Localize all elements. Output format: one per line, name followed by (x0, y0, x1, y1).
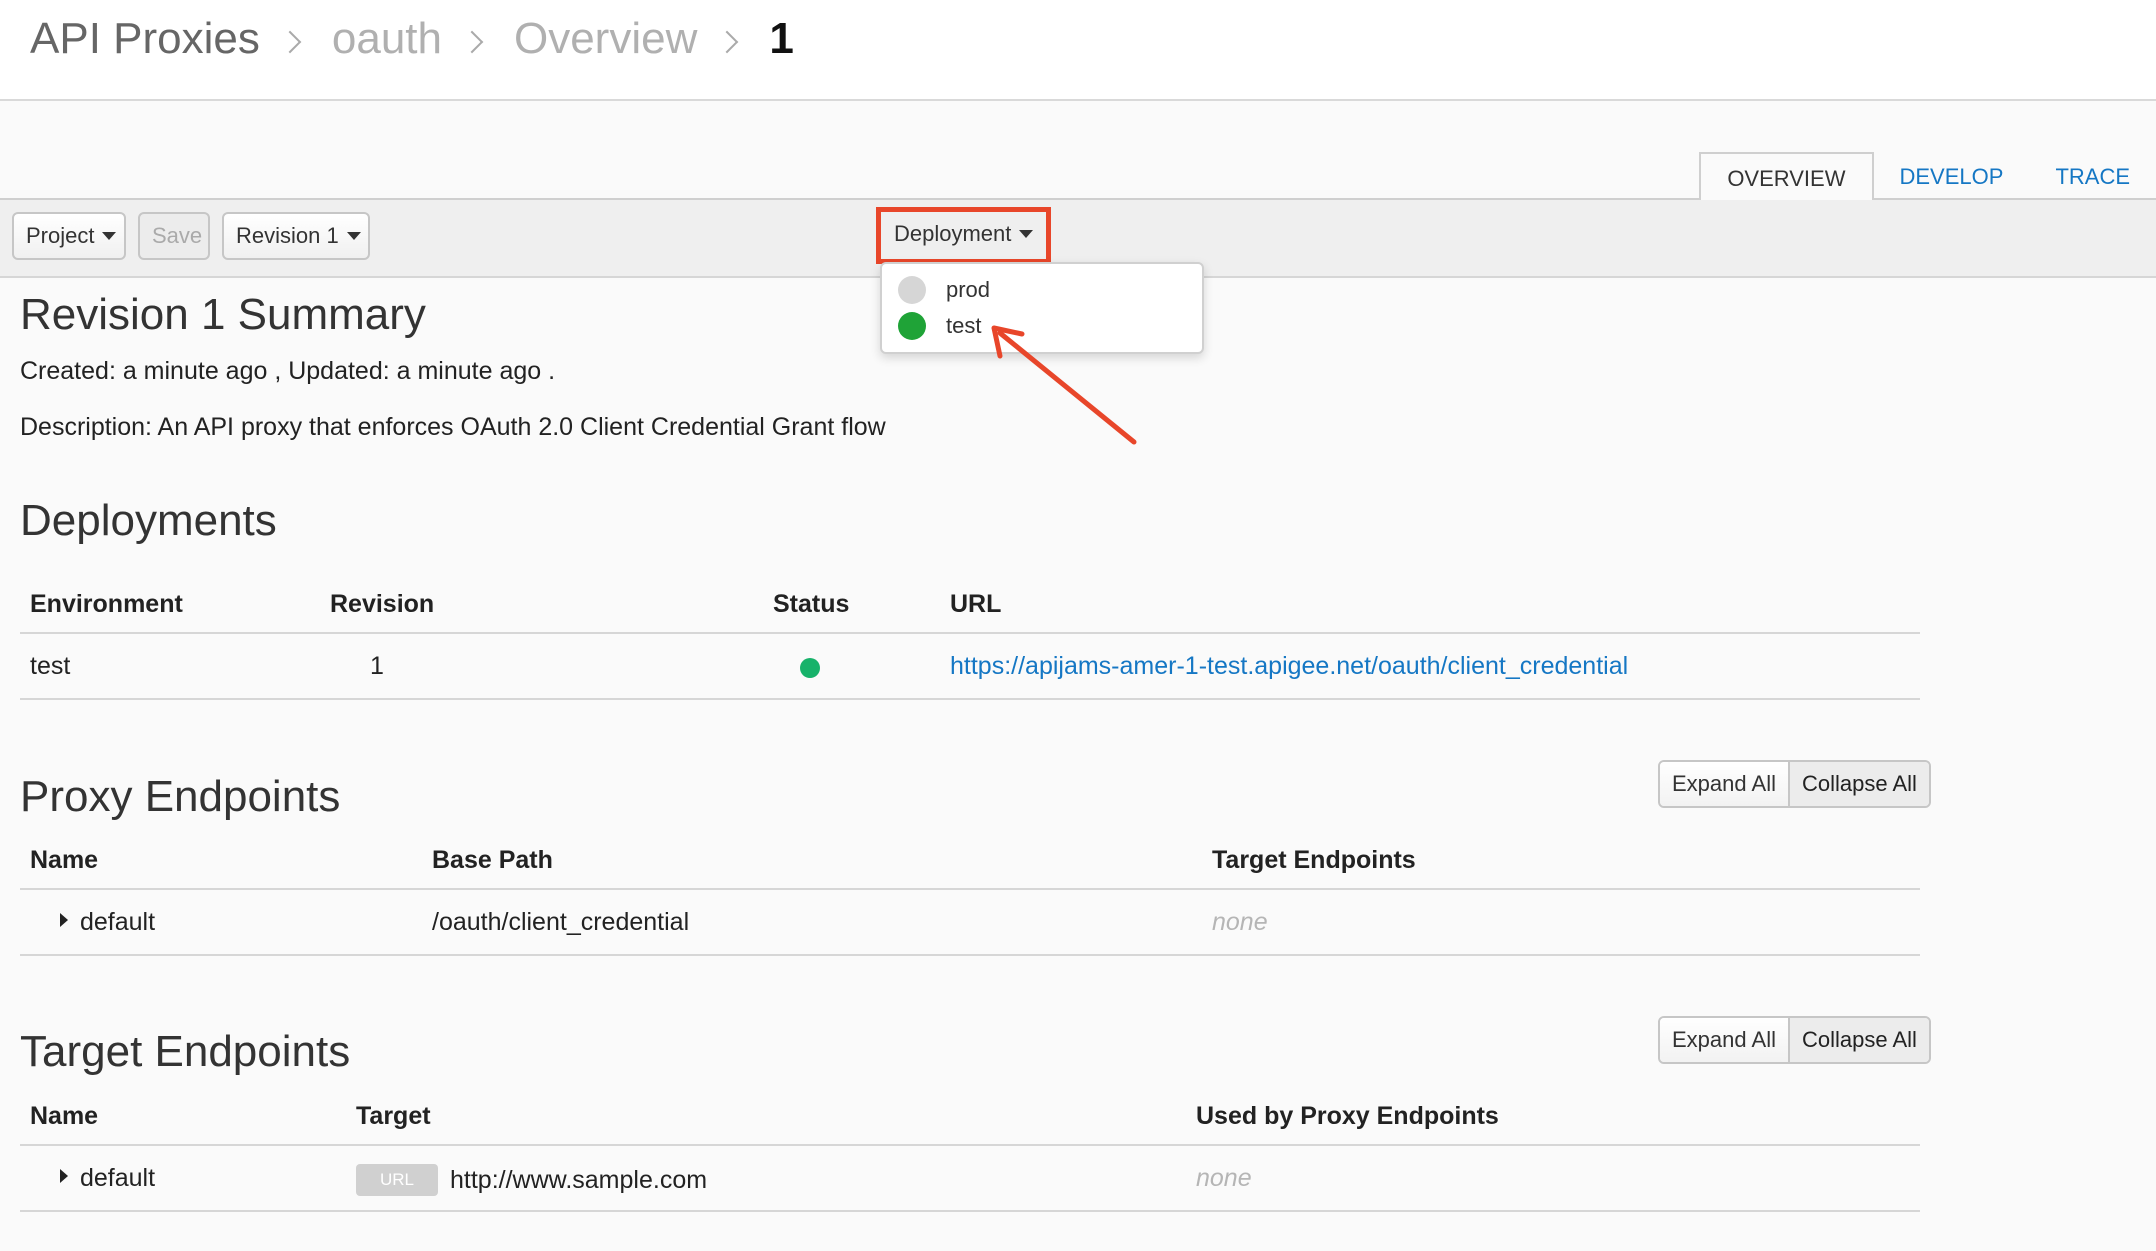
save-button[interactable]: Save (138, 212, 210, 260)
target-endpoints-expand-collapse: Expand All Collapse All (1658, 1016, 1931, 1064)
proxy-endpoints-table-header: Name Base Path Target Endpoints (20, 832, 1920, 890)
caret-right-icon (60, 1169, 68, 1183)
proxy-endpoints-expand-collapse: Expand All Collapse All (1658, 760, 1931, 808)
column-header-environment: Environment (30, 590, 183, 618)
tab-trace[interactable]: TRACE (2029, 152, 2156, 200)
expand-all-button[interactable]: Expand All (1660, 1018, 1788, 1062)
proxy-endpoint-name[interactable]: default (60, 908, 155, 937)
collapse-all-button[interactable]: Collapse All (1787, 1018, 1929, 1062)
column-header-target: Target (356, 1102, 431, 1130)
caret-down-icon (346, 232, 361, 240)
url-badge: URL (356, 1164, 439, 1196)
deployments-table-header: Environment Revision Status URL (20, 576, 1920, 634)
table-row[interactable]: default /oauth/client_credential none (20, 890, 1920, 956)
proxy-endpoint-name-label: default (80, 908, 156, 936)
target-endpoints-cell: none (1212, 908, 1268, 936)
column-header-name: Name (30, 1102, 99, 1130)
menu-item-label: test (946, 313, 982, 338)
revision-dropdown-button[interactable]: Revision 1 (222, 212, 370, 260)
description-text: Description: An API proxy that enforces … (20, 413, 886, 441)
column-header-name: Name (30, 846, 99, 874)
target-cell: URL http://www.sample.com (356, 1164, 707, 1196)
expand-all-button[interactable]: Expand All (1660, 762, 1788, 806)
target-endpoints-table-header: Name Target Used by Proxy Endpoints (20, 1088, 1920, 1146)
project-dropdown-button[interactable]: Project (12, 212, 126, 260)
caret-down-icon (102, 232, 117, 240)
table-row[interactable]: default URL http://www.sample.com none (20, 1146, 1920, 1212)
status-dot-icon (898, 276, 926, 304)
summary-title: Revision 1 Summary (20, 290, 426, 339)
status-dot-icon (800, 658, 820, 678)
breadcrumb-oauth[interactable]: oauth (332, 14, 442, 64)
column-header-status: Status (773, 590, 850, 618)
used-by-cell: none (1196, 1164, 1252, 1192)
chevron-right-icon (716, 30, 739, 54)
column-header-revision: Revision (330, 590, 435, 618)
column-header-url: URL (950, 590, 1002, 618)
revision-cell: 1 (370, 652, 384, 680)
breadcrumb-overview[interactable]: Overview (514, 14, 697, 64)
column-header-base-path: Base Path (432, 846, 553, 874)
table-row: test 1 https://apijams-amer-1-test.apige… (20, 634, 1920, 700)
tab-overview[interactable]: OVERVIEW (1699, 152, 1874, 202)
save-label: Save (152, 223, 203, 248)
deployment-url-link[interactable]: https://apijams-amer-1-test.apigee.net/o… (950, 652, 1628, 681)
proxy-endpoints-title: Proxy Endpoints (20, 772, 341, 821)
target-url: http://www.sample.com (450, 1166, 708, 1194)
breadcrumb-api-proxies[interactable]: API Proxies (30, 14, 260, 64)
menu-item-test[interactable]: test (898, 308, 981, 344)
caret-right-icon (60, 913, 68, 927)
status-dot-icon (898, 312, 926, 340)
collapse-all-button[interactable]: Collapse All (1787, 762, 1929, 806)
deployment-menu: prod test (880, 262, 1204, 354)
chevron-right-icon (278, 30, 302, 54)
target-endpoints-title: Target Endpoints (20, 1027, 351, 1076)
environment-cell: test (30, 652, 71, 680)
menu-item-label: prod (946, 277, 991, 302)
chevron-right-icon (460, 30, 484, 54)
menu-item-prod[interactable]: prod (898, 272, 990, 308)
deployment-highlight-box (876, 207, 1051, 264)
project-label: Project (26, 223, 95, 248)
target-endpoint-name-label: default (80, 1164, 156, 1192)
column-header-target-endpoints: Target Endpoints (1212, 846, 1416, 874)
column-header-used-by: Used by Proxy Endpoints (1196, 1102, 1499, 1130)
tab-develop[interactable]: DEVELOP (1874, 152, 2030, 200)
tab-bar: OVERVIEW DEVELOP TRACE (1699, 152, 2156, 202)
deployments-title: Deployments (20, 496, 277, 545)
revision-label: Revision 1 (236, 223, 339, 248)
target-endpoint-name[interactable]: default (60, 1164, 155, 1193)
created-updated-text: Created: a minute ago , Updated: a minut… (20, 357, 556, 385)
base-path-cell: /oauth/client_credential (432, 908, 690, 936)
breadcrumb: API Proxies oauth Overview 1 (30, 14, 794, 64)
page-header: API Proxies oauth Overview 1 (0, 0, 2156, 101)
breadcrumb-current-revision: 1 (769, 14, 794, 63)
